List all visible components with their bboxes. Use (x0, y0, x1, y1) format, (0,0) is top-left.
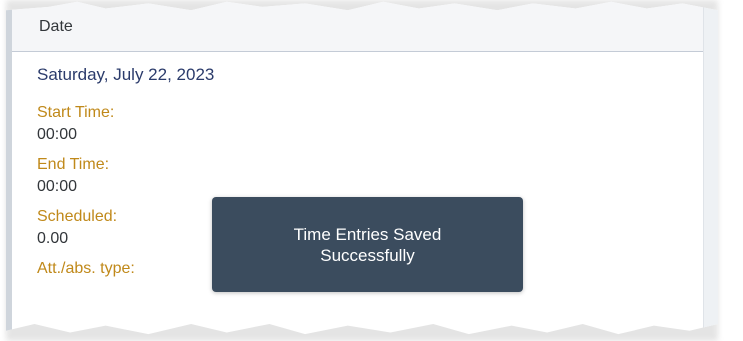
success-toast: Time Entries Saved Successfully (212, 197, 523, 292)
column-header: Date (12, 1, 704, 52)
field-start-time: Start Time: 00:00 (37, 102, 214, 146)
toast-message-line-1: Time Entries Saved (293, 224, 442, 244)
scrollbar-gutter[interactable] (703, 1, 718, 335)
scheduled-label: Scheduled: (37, 208, 118, 225)
toast-message-line-2: Successfully (320, 245, 415, 265)
start-time-label: Start Time: (37, 104, 115, 121)
field-scheduled: Scheduled: 0.00 (37, 206, 214, 250)
field-end-time: End Time: 00:00 (37, 154, 214, 198)
scheduled-value: 0.00 (37, 230, 69, 247)
att-abs-type-label: Att./abs. type: (37, 260, 135, 277)
detail-content: Saturday, July 22, 2023 Start Time: 00:0… (37, 64, 214, 287)
date-value: Saturday, July 22, 2023 (37, 65, 215, 84)
date-header-label: Date (39, 18, 73, 35)
end-time-label: End Time: (37, 156, 110, 173)
start-time-value: 00:00 (37, 126, 78, 143)
field-att-abs-type: Att./abs. type: (37, 258, 214, 279)
end-time-value: 00:00 (37, 178, 78, 195)
